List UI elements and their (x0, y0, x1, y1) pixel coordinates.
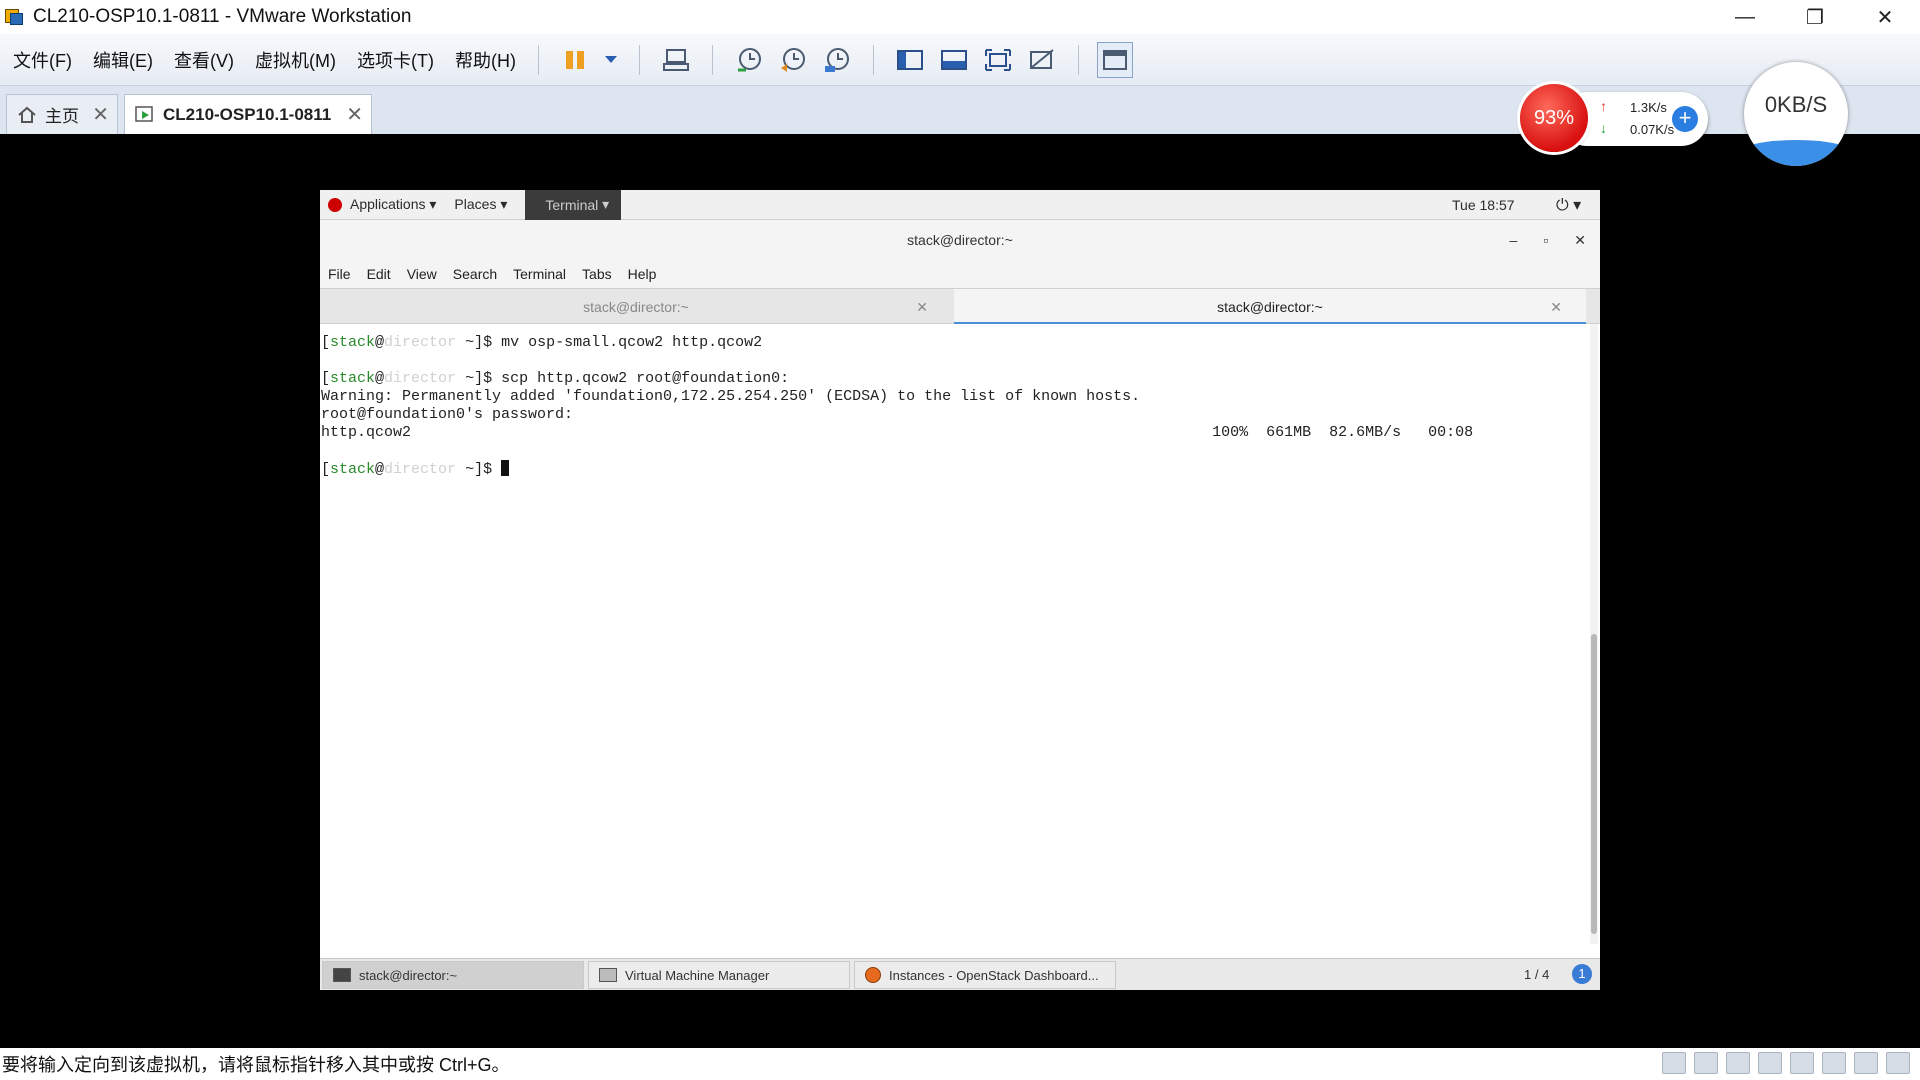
window-titlebar: CL210-OSP10.1-0811 - VMware Workstation … (0, 0, 1920, 34)
terminal-line: [stack@director ~]$ (321, 460, 1590, 478)
terminal-window-title: stack@director:~ – ▫ ✕ (320, 220, 1600, 260)
printer-icon[interactable] (1758, 1052, 1782, 1074)
close-icon[interactable]: ✕ (1550, 289, 1562, 325)
close-button[interactable]: ✕ (1574, 220, 1586, 260)
window-title: CL210-OSP10.1-0811 - VMware Workstation (33, 6, 412, 27)
gnome-topbar: Applications ▾ Places ▾ Terminal ▾ Tue 1… (320, 190, 1600, 220)
tab-vm[interactable]: CL210-OSP10.1-0811 ✕ (124, 94, 372, 134)
workspace-pager[interactable]: 1 / 4 (1524, 967, 1549, 982)
task-firefox[interactable]: Instances - OpenStack Dashboard... (854, 961, 1116, 989)
network-icon[interactable] (1726, 1052, 1750, 1074)
terminal-line: root@foundation0's password: (321, 406, 574, 423)
menu-terminal[interactable]: Terminal (513, 266, 566, 282)
menubar: 文件(F) 编辑(E) 查看(V) 虚拟机(M) 选项卡(T) 帮助(H) (0, 34, 1920, 86)
clock[interactable]: Tue 18:57 (1452, 197, 1515, 213)
menu-search[interactable]: Search (453, 266, 497, 282)
cd-icon[interactable] (1694, 1052, 1718, 1074)
minimize-button[interactable]: — (1710, 0, 1780, 34)
task-terminal[interactable]: stack@director:~ (322, 961, 584, 989)
terminal-line: [stack@director ~]$ scp http.qcow2 root@… (321, 370, 790, 387)
terminal-tab-2[interactable]: stack@director:~ ✕ (954, 289, 1586, 325)
menu-file[interactable]: 文件(F) (5, 47, 80, 73)
vmware-statusbar: 要将输入定向到该虚拟机，请将鼠标指针移入其中或按 Ctrl+G。 (0, 1048, 1920, 1080)
terminal-line: [stack@director ~]$ mv osp-small.qcow2 h… (321, 334, 763, 351)
applications-menu[interactable]: Applications ▾ (350, 196, 436, 213)
plus-icon[interactable]: + (1672, 106, 1698, 132)
places-menu[interactable]: Places ▾ (454, 196, 507, 213)
sidebar-view-icon[interactable] (892, 42, 928, 78)
tab-vm-label: CL210-OSP10.1-0811 (163, 104, 332, 124)
restore-button[interactable]: ❐ (1780, 0, 1850, 34)
terminal-tab-1[interactable]: stack@director:~ ✕ (320, 289, 952, 325)
fullscreen-icon[interactable] (980, 42, 1016, 78)
terminal-output[interactable]: [stack@director ~]$ mv osp-small.qcow2 h… (320, 324, 1590, 944)
maximize-button[interactable]: ▫ (1543, 220, 1548, 260)
menu-help[interactable]: 帮助(H) (447, 47, 524, 73)
cpu-usage-ball[interactable]: 93% (1520, 84, 1588, 152)
menu-tabs[interactable]: Tabs (582, 266, 612, 282)
menu-tabs[interactable]: 选项卡(T) (349, 47, 442, 73)
menu-view[interactable]: View (407, 266, 437, 282)
home-icon (18, 106, 36, 123)
snapshot-manager-icon[interactable] (819, 42, 855, 78)
menu-edit[interactable]: 编辑(E) (85, 47, 161, 73)
close-button[interactable]: ✕ (1850, 0, 1920, 34)
status-hint: 要将输入定向到该虚拟机，请将鼠标指针移入其中或按 Ctrl+G。 (2, 1055, 510, 1075)
guest-screen[interactable]: Applications ▾ Places ▾ Terminal ▾ Tue 1… (320, 190, 1600, 990)
upload-speed: 1.3K/s (1630, 100, 1667, 115)
menu-edit[interactable]: Edit (367, 266, 391, 282)
unity-icon[interactable] (1024, 42, 1060, 78)
close-icon[interactable]: ✕ (346, 102, 363, 127)
terminal-cursor (501, 460, 510, 476)
speed-ball[interactable]: 0KB/S +0KB/s (1744, 62, 1848, 166)
display-icon[interactable] (1854, 1052, 1878, 1074)
terminal-line: Warning: Permanently added 'foundation0,… (321, 388, 1141, 405)
power-icon[interactable]: ⏻ ▾ (1556, 195, 1581, 215)
menu-vm[interactable]: 虚拟机(M) (247, 47, 344, 73)
menu-help[interactable]: Help (628, 266, 657, 282)
terminal-menubar: File Edit View Search Terminal Tabs Help (320, 260, 1600, 288)
usb-icon[interactable] (1822, 1052, 1846, 1074)
chevron-down-icon[interactable] (601, 42, 621, 78)
terminal-tabs: stack@director:~ ✕ stack@director:~ ✕ (320, 288, 1600, 325)
virt-manager-icon (599, 968, 617, 982)
console-view-icon[interactable] (1096, 41, 1133, 78)
send-keys-icon[interactable] (658, 42, 694, 78)
menu-file[interactable]: File (328, 266, 351, 282)
terminal-icon (333, 968, 351, 982)
vmware-icon (5, 7, 25, 27)
close-icon[interactable]: ✕ (92, 102, 109, 127)
message-icon[interactable] (1886, 1052, 1910, 1074)
terminal-window-title-text: stack@director:~ (907, 232, 1013, 248)
arrow-up-icon: ↑ (1600, 98, 1607, 114)
hdd-icon[interactable] (1662, 1052, 1686, 1074)
minimize-button[interactable]: – (1510, 220, 1518, 260)
terminal-line: http.qcow2 100% 661MB 82.6MB/s 00:08 (321, 424, 1474, 441)
download-speed: 0.07K/s (1630, 122, 1675, 137)
vm-icon (135, 105, 153, 122)
menu-view[interactable]: 查看(V) (166, 47, 242, 73)
tab-home[interactable]: 主页 ✕ (6, 94, 118, 134)
speed-sub: +0KB/s (1774, 124, 1818, 139)
snapshot-icon[interactable] (731, 42, 767, 78)
firefox-icon (865, 967, 881, 983)
sound-icon[interactable] (1790, 1052, 1814, 1074)
revert-snapshot-icon[interactable] (775, 42, 811, 78)
task-virt-manager[interactable]: Virtual Machine Manager (588, 961, 850, 989)
redhat-icon (328, 197, 342, 212)
close-icon[interactable]: ✕ (916, 289, 928, 325)
pause-icon[interactable] (557, 42, 593, 78)
tab-home-label: 主页 (45, 107, 79, 126)
arrow-down-icon: ↓ (1600, 120, 1607, 136)
terminal-app-menu[interactable]: Terminal ▾ (525, 190, 622, 220)
gnome-taskbar: stack@director:~ Virtual Machine Manager… (320, 958, 1600, 990)
notification-icon[interactable]: 1 (1572, 964, 1592, 984)
thumbnail-view-icon[interactable] (936, 42, 972, 78)
terminal-scrollbar[interactable] (1590, 324, 1598, 944)
speed-main: 0KB/S (1764, 92, 1828, 117)
